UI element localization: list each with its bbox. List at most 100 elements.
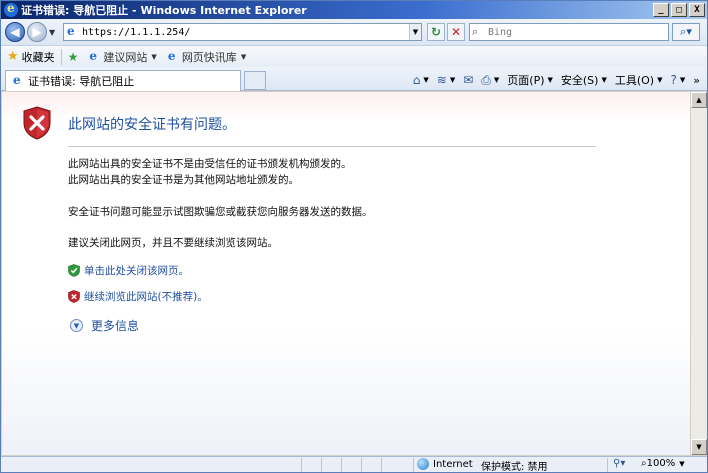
favorites-bar: ★ 收藏夹 ★ e 建议网站 ▼ e 网页快讯库 ▼: [1, 45, 707, 67]
chevron-down-icon: ▼: [601, 76, 607, 84]
mail-button[interactable]: ✉: [460, 73, 476, 87]
status-divider: [301, 458, 302, 472]
chevron-down-icon: ▼: [547, 76, 553, 84]
status-divider: [381, 458, 382, 472]
stop-button[interactable]: ✕: [447, 23, 465, 41]
scroll-down-icon[interactable]: ▼: [691, 439, 707, 455]
favorites-button[interactable]: 收藏夹: [22, 49, 55, 65]
zoom-value: 100%: [646, 458, 676, 469]
tools-menu[interactable]: 工具(O) ▼: [612, 72, 666, 88]
scroll-up-icon[interactable]: ▲: [691, 92, 707, 108]
favorites-star-icon[interactable]: ★: [7, 49, 19, 64]
close-page-link[interactable]: 单击此处关闭该网页。: [68, 263, 189, 278]
address-toolbar: ◀ ▶ ▼ e https://1.1.1.254/ ▼ ↻ ✕ ⌕ Bing …: [1, 19, 707, 45]
error-warning-text: 安全证书问题可能显示试图欺骗您或截获您向服务器发送的数据。: [68, 206, 373, 218]
page-icon: e: [67, 24, 75, 38]
title-bar: 证书错误: 导航已阻止 - Windows Internet Explorer …: [1, 1, 707, 19]
more-commands-icon[interactable]: »: [690, 74, 703, 87]
tab-label: 证书错误: 导航已阻止: [28, 75, 135, 88]
safety-menu-label: 安全(S): [560, 74, 599, 87]
chevron-down-icon: ▼: [679, 459, 685, 468]
continue-link[interactable]: 继续浏览此网站(不推荐)。: [68, 289, 208, 304]
error-detail-mismatch: 此网站出具的安全证书是为其他网站地址颁发的。: [68, 174, 299, 186]
home-button[interactable]: ⌂ ▼: [410, 73, 432, 87]
security-zone[interactable]: Internet: [417, 458, 473, 470]
chevron-down-icon: ▼: [423, 76, 429, 84]
chevron-down-icon: ▼: [493, 76, 500, 84]
close-page-link-text[interactable]: 单击此处关闭该网页。: [84, 263, 189, 278]
window-controls: _ □ X: [653, 3, 705, 17]
page-title: 此网站的安全证书有问题。: [68, 117, 236, 133]
globe-icon: [417, 458, 429, 470]
error-recommendation-text: 建议关闭此网页，并且不要继续浏览该网站。: [68, 237, 278, 249]
chevron-down-icon: ▼: [240, 52, 247, 61]
chevron-down-icon: ▼: [679, 76, 686, 84]
error-shield-icon: [23, 106, 51, 140]
new-tab-button[interactable]: [244, 71, 266, 90]
status-divider: [361, 458, 362, 472]
tab-certificate-error[interactable]: e 证书错误: 导航已阻止: [5, 70, 241, 91]
divider: [60, 48, 62, 65]
close-button[interactable]: X: [689, 3, 705, 17]
ie-page-icon: e: [167, 48, 176, 63]
page-menu-label: 页面(P): [507, 74, 545, 87]
zoom-options-icon[interactable]: ⚲▾: [613, 458, 625, 469]
content-area: 此网站的安全证书有问题。 此网站出具的安全证书不是由受信任的证书颁发机构颁发的。…: [2, 92, 690, 455]
minimize-button[interactable]: _: [653, 3, 669, 17]
status-divider: [607, 458, 608, 472]
chevron-down-icon[interactable]: ▼: [70, 319, 83, 332]
chevron-down-icon: ▼: [657, 76, 663, 84]
history-dropdown-icon[interactable]: ▼: [49, 28, 59, 37]
mail-icon: ✉: [463, 73, 474, 87]
rss-icon: ≋: [436, 73, 447, 87]
chevron-down-icon: ▼: [449, 76, 456, 84]
search-provider-icon: ⌕: [472, 25, 479, 38]
red-shield-icon: [68, 290, 80, 303]
more-info-toggle[interactable]: ▼ 更多信息: [70, 317, 139, 334]
zone-label: Internet: [433, 458, 473, 470]
zoom-level[interactable]: ⌕ 100% ▼: [641, 458, 685, 469]
address-bar[interactable]: e https://1.1.1.254/ ▼: [63, 23, 422, 41]
status-divider: [341, 458, 342, 472]
page-menu[interactable]: 页面(P) ▼: [504, 72, 556, 88]
printer-icon: ⎙: [481, 72, 491, 87]
ie-logo-icon: [4, 1, 18, 17]
tools-menu-label: 工具(O): [614, 74, 655, 87]
address-url[interactable]: https://1.1.1.254/: [82, 27, 190, 38]
print-button[interactable]: ⎙ ▼: [478, 73, 502, 88]
home-icon: ⌂: [412, 73, 421, 87]
search-button[interactable]: ⌕▾: [672, 23, 700, 41]
chevron-down-icon: ▼: [151, 52, 157, 61]
protected-mode-status[interactable]: 保护模式: 禁用: [481, 458, 548, 473]
feeds-button[interactable]: ≋ ▼: [434, 73, 458, 87]
divider: [68, 146, 596, 147]
ie-page-icon: e: [89, 48, 98, 63]
favorites-item-webslice[interactable]: e 网页快讯库 ▼: [165, 49, 246, 65]
status-divider: [321, 458, 322, 472]
green-shield-icon: [68, 264, 80, 277]
command-bar: ⌂ ▼ ≋ ▼ ✉ ⎙ ▼ 页面(P) ▼ 安全(S) ▼ 工具(O) ▼ ? ▼ »: [410, 71, 703, 89]
continue-link-text[interactable]: 继续浏览此网站(不推荐)。: [84, 289, 208, 304]
ie-page-icon: e: [13, 73, 21, 87]
more-info-label[interactable]: 更多信息: [91, 317, 139, 334]
window-title: 证书错误: 导航已阻止 - Windows Internet Explorer: [21, 4, 307, 17]
search-placeholder: Bing: [488, 26, 513, 38]
tab-bar: e 证书错误: 导航已阻止 ⌂ ▼ ≋ ▼ ✉ ⎙ ▼ 页面(P) ▼ 安全(S) ▼ 工…: [1, 67, 707, 91]
favorites-item-label: 网页快讯库: [181, 50, 237, 64]
status-bar: Internet 保护模式: 禁用 ⚲▾ ⌕ 100% ▼: [1, 456, 707, 473]
safety-menu[interactable]: 安全(S) ▼: [558, 72, 610, 88]
add-favorite-icon[interactable]: ★: [68, 50, 79, 64]
vertical-scrollbar[interactable]: ▲ ▼: [690, 92, 707, 455]
favorites-item-label: 建议网站: [103, 50, 148, 64]
status-divider: [413, 458, 414, 472]
back-button[interactable]: ◀: [5, 22, 25, 42]
help-button[interactable]: ? ▼: [668, 73, 689, 87]
refresh-button[interactable]: ↻: [427, 23, 445, 41]
favorites-item-suggested[interactable]: e 建议网站 ▼: [86, 49, 156, 65]
maximize-button[interactable]: □: [671, 3, 687, 17]
forward-button[interactable]: ▶: [27, 22, 47, 42]
address-dropdown-icon[interactable]: ▼: [409, 24, 421, 40]
help-icon: ?: [670, 73, 677, 87]
search-input[interactable]: ⌕ Bing: [469, 23, 669, 41]
ie-window: 证书错误: 导航已阻止 - Windows Internet Explorer …: [0, 0, 708, 473]
